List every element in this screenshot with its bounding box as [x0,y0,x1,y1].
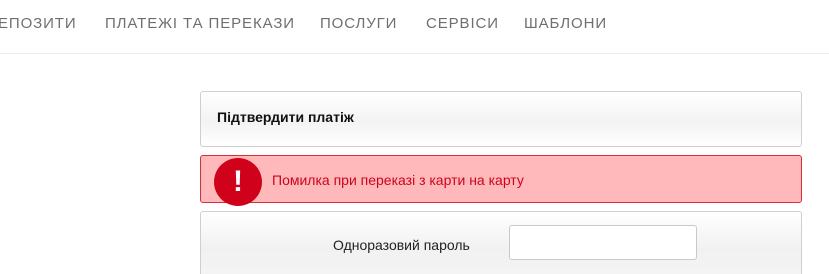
nav-item-deposits[interactable]: ЕПОЗИТИ [0,15,77,33]
nav-item-tools[interactable]: СЕРВІСИ [426,15,499,33]
top-navigation: ЕПОЗИТИ ПЛАТЕЖІ ТА ПЕРЕКАЗИ ПОСЛУГИ СЕРВ… [0,0,829,54]
nav-item-services[interactable]: ПОСЛУГИ [320,15,397,33]
otp-label: Одноразовий пароль [333,237,470,253]
error-alert: ! Помилка при переказі з карти на карту [200,155,802,206]
otp-panel: Одноразовий пароль [200,211,802,274]
nav-item-payments-transfers[interactable]: ПЛАТЕЖІ ТА ПЕРЕКАЗИ [105,15,295,33]
error-message: Помилка при переказі з карти на карту [272,172,524,188]
nav-item-templates[interactable]: ШАБЛОНИ [524,15,607,33]
otp-input[interactable] [509,225,697,260]
confirm-payment-panel: Підтвердити платіж [200,91,802,147]
panel-title: Підтвердити платіж [217,109,354,125]
exclamation-icon: ! [214,158,262,206]
